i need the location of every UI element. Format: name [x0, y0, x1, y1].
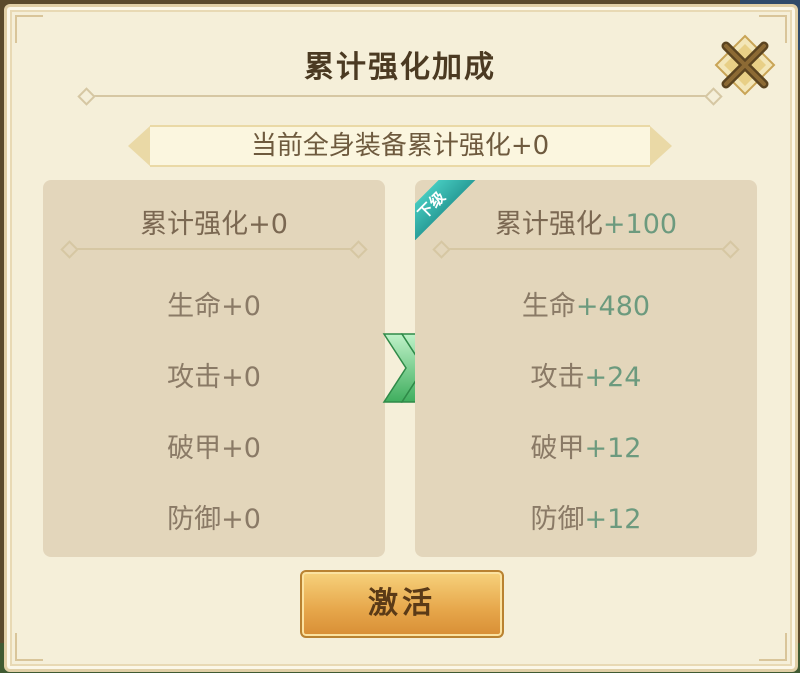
next-bonus-title-value: +100	[602, 209, 678, 240]
close-button[interactable]	[714, 34, 776, 96]
stat-name: 防御	[530, 504, 585, 535]
stat-defense: 防御+0	[43, 497, 385, 536]
activate-button[interactable]: 激活	[300, 570, 504, 638]
stat-name: 生命	[521, 291, 576, 322]
close-x-icon	[714, 34, 776, 96]
stat-name: 攻击	[530, 362, 585, 393]
stat-value: +0	[221, 504, 261, 535]
stat-armor-break: 破甲+12	[415, 426, 757, 465]
stat-name: 防御	[167, 504, 222, 535]
next-bonus-title: 累计强化+100	[415, 202, 757, 241]
title-divider	[86, 95, 714, 97]
stat-defense: 防御+12	[415, 497, 757, 536]
corner-ornament	[15, 15, 43, 43]
corner-ornament	[759, 633, 787, 661]
stat-name: 生命	[167, 291, 222, 322]
card-divider	[441, 248, 731, 250]
stat-value: +12	[584, 504, 642, 535]
stat-attack: 攻击+0	[43, 355, 385, 394]
current-bonus-card: 累计强化+0 生命+0 攻击+0 破甲+0 防御+0	[43, 180, 385, 557]
next-bonus-card: 下级 累计强化+100 生命+480 攻击+24 破甲+12 防御+12	[415, 180, 757, 557]
next-bonus-title-name: 累计强化	[494, 209, 603, 240]
corner-ornament	[15, 633, 43, 661]
stat-value: +0	[221, 291, 261, 322]
stat-value: +24	[584, 362, 642, 393]
stat-name: 破甲	[167, 433, 222, 464]
stat-name: 破甲	[530, 433, 585, 464]
stat-hp: 生命+0	[43, 284, 385, 323]
stat-armor-break: 破甲+0	[43, 426, 385, 465]
stat-name: 攻击	[167, 362, 222, 393]
banner-left-cap	[128, 126, 150, 166]
current-bonus-title: 累计强化+0	[140, 209, 288, 240]
stat-hp: 生命+480	[415, 284, 757, 323]
stat-value: +0	[221, 362, 261, 393]
total-enhance-banner: 当前全身装备累计强化+0	[150, 125, 650, 167]
stat-attack: 攻击+24	[415, 355, 757, 394]
stat-value: +12	[584, 433, 642, 464]
dialog-title: 累计强化加成	[304, 50, 496, 85]
card-divider	[69, 248, 359, 250]
stat-value: +0	[221, 433, 261, 464]
banner-right-cap	[650, 126, 672, 166]
stat-value: +480	[575, 291, 651, 322]
